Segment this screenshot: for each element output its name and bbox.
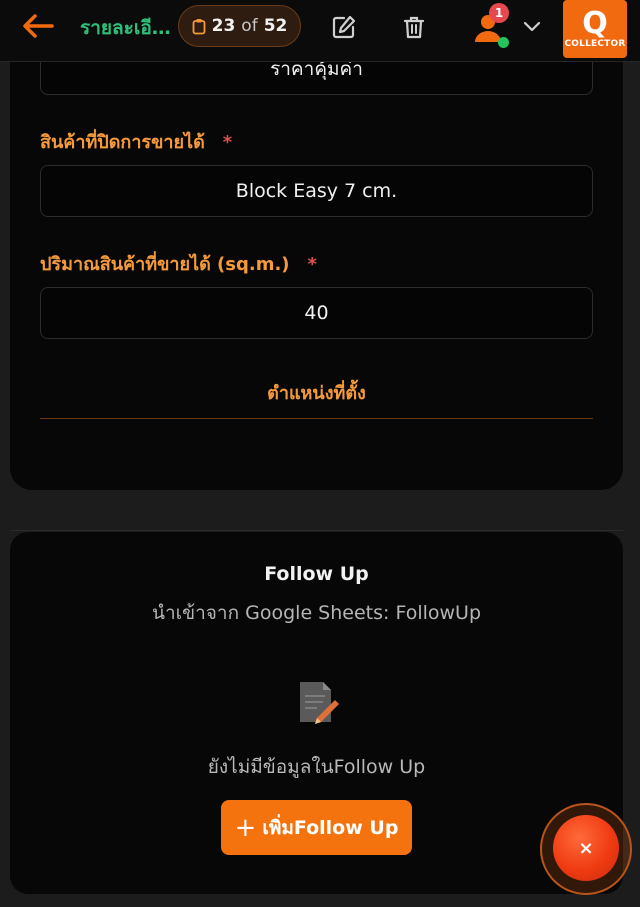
location-section-title: ตำแหน่งที่ตั้ง [267, 383, 366, 404]
product-field-text: Block Easy 7 cm. [235, 180, 398, 202]
empty-state-text: ยังไม่มีข้อมูลในFollow Up [207, 756, 426, 778]
top-bar: รายละเอี... 23 of 52 1 Q COLLECTOR [0, 0, 640, 62]
plus-icon: + [234, 812, 257, 843]
document-edit-icon [300, 682, 339, 724]
card-separator [10, 530, 623, 531]
add-followup-label: เพิ่มFollow Up [262, 816, 399, 839]
product-field[interactable]: Block Easy 7 cm. [40, 165, 593, 217]
clipboard-icon [192, 18, 206, 34]
required-mark: * [222, 132, 233, 153]
quantity-field-text: 40 [304, 302, 329, 324]
back-arrow-icon[interactable] [20, 11, 56, 41]
app-logo: Q COLLECTOR [563, 0, 627, 58]
followup-title: Follow Up [264, 563, 369, 585]
logo-letter: Q [582, 6, 608, 41]
quantity-label-text: ปริมาณสินค้าที่ขายได้ (sq.m.) [40, 254, 290, 275]
product-label-text: สินค้าที่ปิดการขายได้ [40, 132, 205, 153]
quantity-label: ปริมาณสินค้าที่ขายได้ (sq.m.) * [40, 249, 317, 278]
counter-current: 23 [211, 16, 236, 36]
counter-total: 52 [263, 16, 288, 36]
chevron-down-icon[interactable] [521, 15, 543, 37]
notification-badge: 1 [489, 3, 509, 23]
floating-action-button[interactable]: × [553, 815, 619, 881]
edit-icon[interactable] [331, 14, 357, 40]
record-counter[interactable]: 23 of 52 [178, 5, 301, 47]
section-divider [40, 418, 593, 419]
required-mark: * [307, 254, 317, 275]
close-icon: × [578, 837, 594, 859]
quantity-field[interactable]: 40 [40, 287, 593, 339]
counter-of: of [241, 16, 258, 36]
logo-text: COLLECTOR [564, 39, 626, 49]
trash-icon[interactable] [401, 14, 427, 40]
online-status-dot [498, 37, 509, 48]
product-label: สินค้าที่ปิดการขายได้ * [40, 127, 232, 156]
page-title: รายละเอี... [80, 17, 172, 39]
followup-subtitle: นำเข้าจาก Google Sheets: FollowUp [151, 602, 482, 624]
add-followup-button[interactable]: + เพิ่มFollow Up [221, 800, 412, 855]
